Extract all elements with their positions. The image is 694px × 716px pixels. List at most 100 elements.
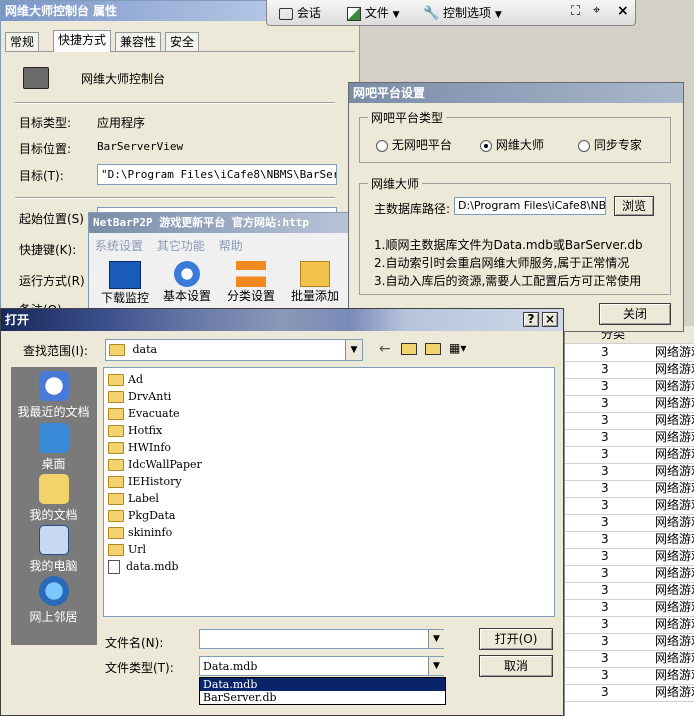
folder-item[interactable]: Ad bbox=[108, 371, 550, 388]
tab-compatibility[interactable]: 兼容性 bbox=[115, 32, 162, 51]
target-input[interactable]: "D:\Program Files\iCafe8\NBMS\BarServer bbox=[97, 164, 337, 185]
filename-input[interactable] bbox=[199, 629, 444, 649]
radio-sync-expert[interactable]: 同步专家 bbox=[578, 136, 642, 153]
file-menu-button[interactable]: 文件 ▼ bbox=[347, 4, 400, 21]
chevron-down-icon[interactable]: ▼ bbox=[428, 657, 444, 675]
file-item[interactable]: data.mdb bbox=[108, 558, 550, 575]
grid-cell-value: 3 bbox=[601, 362, 609, 376]
close-icon[interactable]: × bbox=[617, 3, 629, 19]
up-folder-icon[interactable] bbox=[401, 343, 417, 355]
folder-item[interactable]: IEHistory bbox=[108, 473, 550, 490]
place-my-documents[interactable]: 我的文档 bbox=[11, 474, 96, 523]
grid-cell-value: 3 bbox=[601, 464, 609, 478]
grid-cell-value: 3 bbox=[601, 481, 609, 495]
grid-row[interactable]: 3 网络游戏 bbox=[565, 531, 694, 549]
menu-system-settings[interactable]: 系统设置 bbox=[95, 239, 143, 253]
lookin-value: data bbox=[132, 343, 158, 356]
filetype-option-data-mdb[interactable]: Data.mdb bbox=[200, 678, 445, 691]
grid-cell-category: 网络游戏 bbox=[655, 430, 694, 444]
grid-row[interactable]: 3 网络游戏 bbox=[565, 667, 694, 685]
value-target-type: 应用程序 bbox=[97, 116, 146, 130]
folder-item[interactable]: IdcWallPaper bbox=[108, 456, 550, 473]
control-options-button[interactable]: 🔧 控制选项 ▼ bbox=[423, 4, 502, 21]
grid-row[interactable]: 3 网络游戏 bbox=[565, 361, 694, 379]
folder-item[interactable]: skininfo bbox=[108, 524, 550, 541]
chevron-down-icon[interactable]: ▼ bbox=[428, 630, 444, 648]
tool-category-settings[interactable]: 分类设置 bbox=[223, 261, 279, 304]
cancel-button[interactable]: 取消 bbox=[479, 655, 553, 677]
grid-row[interactable]: 3 网络游戏 bbox=[565, 412, 694, 430]
chevron-down-icon[interactable]: ▼ bbox=[345, 340, 362, 360]
grid-cell-value: 3 bbox=[601, 396, 609, 410]
folder-item[interactable]: PkgData bbox=[108, 507, 550, 524]
grid-row[interactable]: 3 网络游戏 bbox=[565, 463, 694, 481]
help-button[interactable]: ? bbox=[523, 312, 539, 327]
radio-none[interactable]: 无网吧平台 bbox=[376, 136, 452, 153]
new-folder-icon[interactable] bbox=[425, 343, 441, 355]
grid-row[interactable]: 3 网络游戏 bbox=[565, 650, 694, 668]
grid-row[interactable]: 3 网络游戏 bbox=[565, 514, 694, 532]
tab-shortcut[interactable]: 快捷方式 bbox=[53, 30, 112, 52]
menu-other-functions[interactable]: 其它功能 bbox=[157, 239, 205, 253]
dialog-close-button[interactable]: × bbox=[542, 312, 558, 327]
folder-item[interactable]: DrvAnti bbox=[108, 388, 550, 405]
place-recent[interactable]: 我最近的文档 bbox=[11, 371, 96, 420]
tool-basic-settings[interactable]: 基本设置 bbox=[159, 261, 215, 304]
folder-item[interactable]: Evacuate bbox=[108, 405, 550, 422]
folder-icon bbox=[108, 459, 124, 471]
grid-row[interactable]: 3 网络游戏 bbox=[565, 565, 694, 583]
tool-download-monitor[interactable]: 下载监控 bbox=[97, 261, 153, 306]
grid-row[interactable]: 3 网络游戏 bbox=[565, 446, 694, 464]
view-menu-icon[interactable]: ▦▾ bbox=[449, 341, 466, 355]
folder-item[interactable]: Url bbox=[108, 541, 550, 558]
place-desktop[interactable]: 桌面 bbox=[11, 423, 96, 472]
chat-button[interactable]: 会话 bbox=[279, 4, 321, 21]
grid-row[interactable]: 3 网络游戏 bbox=[565, 599, 694, 617]
grid-row[interactable]: 3 网络游戏 bbox=[565, 616, 694, 634]
tab-general[interactable]: 常规 bbox=[5, 32, 40, 51]
filetype-option-barserver-db[interactable]: BarServer.db bbox=[200, 691, 445, 704]
grid-row[interactable]: 3 网络游戏 bbox=[565, 378, 694, 396]
grid-cell-category: 网络游戏 bbox=[655, 515, 694, 529]
place-my-computer[interactable]: 我的电脑 bbox=[11, 525, 96, 574]
grid-row[interactable]: 3 网络游戏 bbox=[565, 395, 694, 413]
place-network[interactable]: 网上邻居 bbox=[11, 576, 96, 625]
grid-row[interactable]: 3 网络游戏 bbox=[565, 582, 694, 600]
grid-row[interactable]: 3 网络游戏 bbox=[565, 497, 694, 515]
tab-label: 安全 bbox=[170, 35, 195, 49]
folder-item[interactable]: Label bbox=[108, 490, 550, 507]
browse-button[interactable]: 浏览 bbox=[614, 196, 654, 216]
tool-batch-add[interactable]: 批量添加 bbox=[287, 261, 343, 304]
remote-toolbar: 会话 文件 ▼ 🔧 控制选项 ▼ ⛶ ⌖ × bbox=[266, 0, 636, 26]
grid-cell-value: 3 bbox=[601, 685, 609, 699]
grid-cell-category: 网络游戏 bbox=[655, 617, 694, 631]
properties-tabs: 常规 快捷方式 兼容性 安全 bbox=[5, 30, 355, 52]
open-dialog-title: 打开 bbox=[5, 313, 30, 327]
lookin-combo[interactable]: data ▼ bbox=[105, 339, 363, 361]
folder-item[interactable]: HWInfo bbox=[108, 439, 550, 456]
grid-row[interactable]: 3 网络游戏 bbox=[565, 429, 694, 447]
netbar-settings-titlebar: 网吧平台设置 bbox=[349, 83, 683, 103]
fit-screen-icon[interactable]: ⛶ bbox=[571, 4, 580, 19]
radio-circle bbox=[578, 139, 590, 152]
grid-row[interactable]: 3 网络游戏 bbox=[565, 480, 694, 498]
folder-label: IdcWallPaper bbox=[128, 458, 202, 471]
grid-row[interactable]: 3 网络游戏 bbox=[565, 344, 694, 362]
open-button[interactable]: 打开(O) bbox=[479, 628, 553, 650]
tab-security[interactable]: 安全 bbox=[165, 32, 200, 51]
grid-row[interactable]: 3 网络游戏 bbox=[565, 548, 694, 566]
filetype-combo[interactable]: Data.mdb bbox=[199, 656, 444, 676]
db-path-input[interactable]: D:\Program Files\iCafe8\NBMS bbox=[454, 197, 606, 215]
grid-row[interactable]: 3 网络游戏 bbox=[565, 633, 694, 651]
grid-cell-value: 3 bbox=[601, 413, 609, 427]
close-button[interactable]: 关闭 bbox=[599, 303, 671, 325]
grid-cell-category: 网络游戏 bbox=[655, 634, 694, 648]
menu-help[interactable]: 帮助 bbox=[219, 239, 243, 253]
db-path-label: 主数据库路径: bbox=[374, 202, 451, 216]
pin-icon[interactable]: ⌖ bbox=[593, 3, 600, 18]
radio-nwds[interactable]: 网维大师 bbox=[480, 136, 544, 153]
folder-item[interactable]: Hotfix bbox=[108, 422, 550, 439]
note-1: 1.顺网主数据库文件为Data.mdb或BarServer.db bbox=[374, 238, 643, 252]
back-arrow-icon[interactable]: ← bbox=[379, 341, 391, 357]
grid-row[interactable]: 3 网络游戏 bbox=[565, 684, 694, 702]
